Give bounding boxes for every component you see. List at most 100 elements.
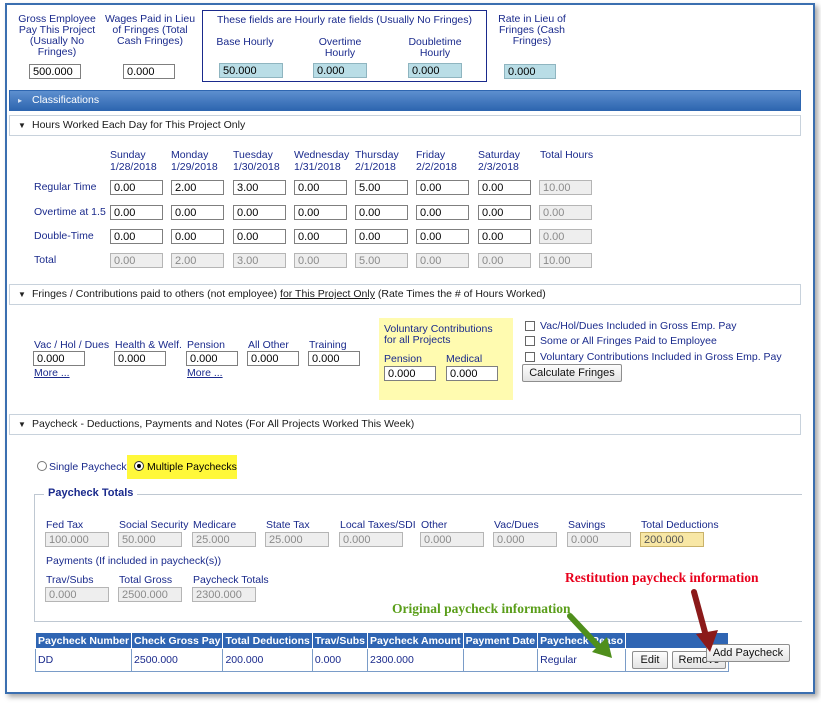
edit-button[interactable]: Edit	[632, 651, 669, 669]
hours-input[interactable]	[294, 180, 347, 195]
hours-input[interactable]	[233, 229, 286, 244]
fringes-header-link: for This Project Only	[280, 288, 375, 300]
paycheck-table: Paycheck Number Check Gross Pay Total Dedu…	[34, 632, 730, 672]
hours-row-label: Overtime at 1.5	[34, 206, 106, 218]
paycheck-totals-label: Paycheck Totals	[193, 574, 269, 586]
day-total-field	[171, 253, 224, 268]
fringes-section-header[interactable]: ▼ Fringes / Contributions paid to others…	[9, 284, 801, 305]
deduction-label: Vac/Dues	[494, 519, 539, 531]
hours-input[interactable]	[416, 229, 469, 244]
hours-section-title: Hours Worked Each Day for This Project O…	[32, 119, 246, 131]
doubletime-hourly-label: Doubletime Hourly	[408, 36, 462, 59]
day-date: 1/29/2018	[171, 161, 218, 173]
hours-input[interactable]	[294, 205, 347, 220]
deduction-label: Other	[421, 519, 448, 531]
training-input[interactable]	[308, 351, 360, 366]
day-date: 1/28/2018	[110, 161, 157, 173]
table-cell: 200.000	[222, 648, 313, 672]
wages-lieu-input[interactable]	[123, 64, 175, 79]
hours-input[interactable]	[110, 229, 163, 244]
hours-input[interactable]	[233, 180, 286, 195]
classifications-header[interactable]: ▸ Classifications	[9, 90, 801, 111]
collapse-arrow-icon: ▼	[18, 420, 26, 429]
hours-input[interactable]	[416, 205, 469, 220]
fringes-paid-checkbox[interactable]	[525, 336, 535, 346]
doubletime-hourly-input[interactable]	[408, 63, 462, 78]
day-name: Friday	[416, 149, 446, 161]
red-arrow-icon	[691, 589, 718, 652]
hours-input[interactable]	[478, 205, 531, 220]
hours-input[interactable]	[355, 229, 408, 244]
day-name: Monday	[171, 149, 209, 161]
voluntary-included-checkbox[interactable]	[525, 352, 535, 362]
table-cell: 2500.000	[131, 648, 224, 672]
day-name: Wednesday	[294, 149, 350, 161]
paycheck-section-header[interactable]: ▼ Paycheck - Deductions, Payments and No…	[9, 414, 801, 435]
hours-input[interactable]	[171, 205, 224, 220]
collapse-arrow-icon: ▼	[18, 290, 26, 299]
base-hourly-label: Base Hourly	[216, 36, 274, 48]
deduction-label: Fed Tax	[46, 519, 84, 531]
hours-input[interactable]	[233, 205, 286, 220]
pension-input[interactable]	[186, 351, 238, 366]
column-header: Paycheck Amount	[367, 632, 464, 649]
column-header: Trav/Subs	[311, 632, 369, 649]
vac-hol-dues-input[interactable]	[33, 351, 85, 366]
collapse-arrow-icon: ▼	[18, 121, 26, 130]
deduction-label: Savings	[568, 519, 606, 531]
pension-more-link[interactable]: More ...	[187, 367, 223, 379]
hours-row-label: Double-Time	[34, 230, 94, 242]
multiple-paycheck-radio[interactable]	[134, 461, 144, 471]
vac-included-checkbox[interactable]	[525, 321, 535, 331]
health-welf-input[interactable]	[114, 351, 166, 366]
overtime-hourly-label: Overtime Hourly	[318, 36, 362, 59]
rate-lieu-input[interactable]	[504, 64, 556, 79]
column-header: Check Gross Pay	[131, 632, 224, 649]
calculate-fringes-button[interactable]: Calculate Fringes	[522, 364, 622, 382]
all-other-label: All Other	[248, 339, 289, 351]
total-deductions-field	[640, 532, 704, 547]
deduction-label: Medicare	[193, 519, 237, 531]
table-cell: 2300.000	[367, 648, 464, 672]
hours-input[interactable]	[355, 180, 408, 195]
all-other-input[interactable]	[247, 351, 299, 366]
voluntary-included-label: Voluntary Contributions Included in Gros…	[540, 351, 782, 363]
table-row: DD 2500.000 200.000 0.000 2300.000 Regular Edi…	[34, 648, 730, 672]
hours-input[interactable]	[171, 229, 224, 244]
gross-pay-input[interactable]	[29, 64, 81, 79]
base-hourly-input[interactable]	[219, 63, 283, 78]
overtime-hourly-input[interactable]	[313, 63, 367, 78]
vol-pension-input[interactable]	[384, 366, 436, 381]
deduction-label: State Tax	[266, 519, 310, 531]
training-label: Training	[309, 339, 347, 351]
hours-input[interactable]	[478, 229, 531, 244]
gross-pay-label: Gross Employee Pay This Project (Usually…	[18, 13, 96, 58]
deduction-field	[265, 532, 329, 547]
row-total-field	[539, 205, 592, 220]
wages-lieu-label: Wages Paid in Lieu of Fringes (Total Cas…	[104, 13, 196, 47]
hours-input[interactable]	[110, 205, 163, 220]
vol-medical-label: Medical	[446, 353, 483, 365]
column-header: Paycheck Number	[34, 632, 133, 649]
day-total-field	[355, 253, 408, 268]
day-total-field	[294, 253, 347, 268]
column-header: Total Deductions	[222, 632, 313, 649]
green-arrow-icon	[567, 613, 612, 658]
deduction-field	[567, 532, 631, 547]
single-paycheck-radio[interactable]	[37, 461, 47, 471]
vac-more-link[interactable]: More ...	[34, 367, 70, 379]
hours-input[interactable]	[110, 180, 163, 195]
hours-input[interactable]	[294, 229, 347, 244]
rate-lieu-label: Rate in Lieu of Fringes (Cash Fringes)	[498, 13, 566, 47]
hours-input[interactable]	[171, 180, 224, 195]
vac-included-label: Vac/Hol/Dues Included in Gross Emp. Pay	[540, 320, 737, 332]
day-date: 2/2/2018	[416, 161, 457, 173]
vol-medical-input[interactable]	[446, 366, 498, 381]
hours-input[interactable]	[478, 180, 531, 195]
hours-input[interactable]	[416, 180, 469, 195]
hours-input[interactable]	[355, 205, 408, 220]
deduction-field	[339, 532, 403, 547]
hours-section-header[interactable]: ▼ Hours Worked Each Day for This Project…	[9, 115, 801, 136]
table-cell	[462, 648, 539, 672]
day-date: 1/31/2018	[294, 161, 341, 173]
